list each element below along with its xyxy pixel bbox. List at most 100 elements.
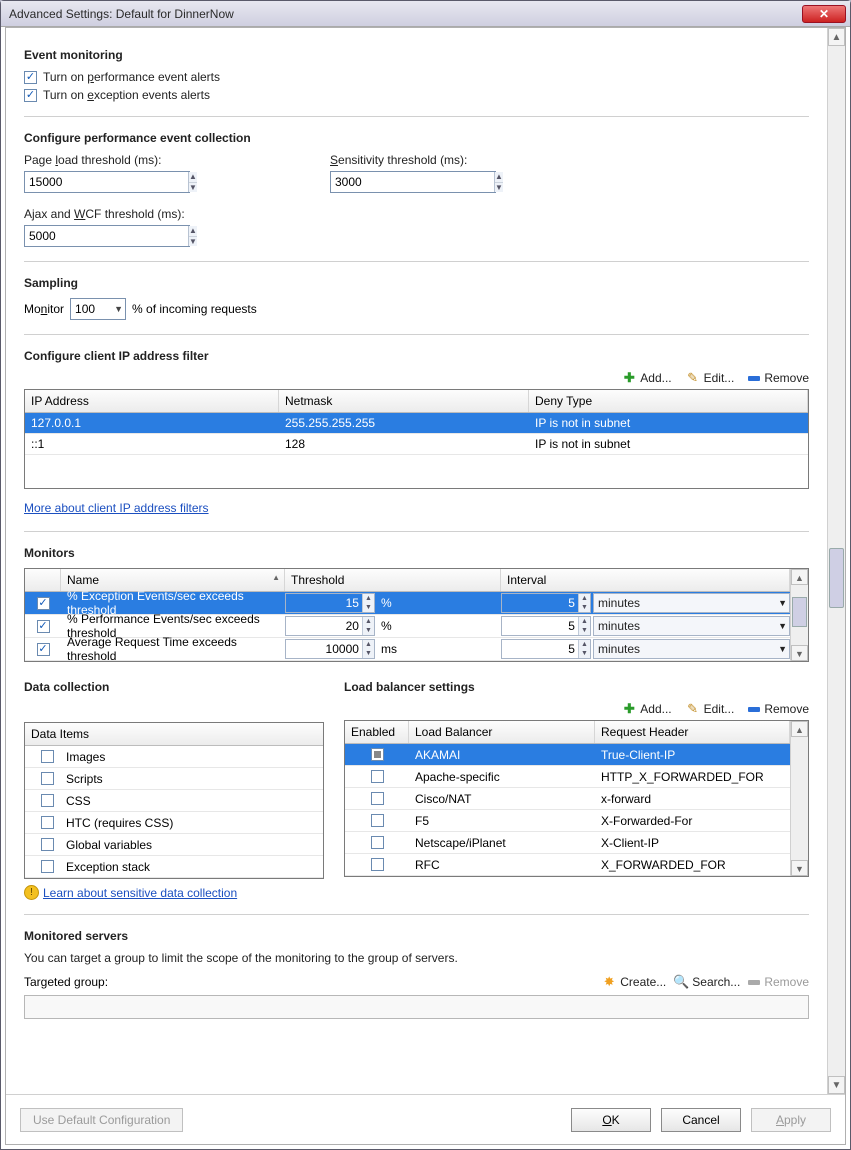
lb-col-name[interactable]: Load Balancer (409, 721, 595, 743)
ajax-input[interactable] (25, 226, 188, 246)
table-row[interactable]: Apache-specificHTTP_X_FORWARDED_FOR (345, 766, 790, 788)
table-row[interactable]: Netscape/iPlanetX-Client-IP (345, 832, 790, 854)
monitored-servers-msg: You can target a group to limit the scop… (24, 951, 809, 965)
cancel-button[interactable]: Cancel (661, 1108, 741, 1132)
search-icon: 🔍 (674, 975, 688, 989)
data-collection-learn-link[interactable]: Learn about sensitive data collection (43, 886, 237, 900)
perf-alerts-label: Turn on performance event alerts (43, 70, 220, 84)
list-item[interactable]: Images (25, 746, 323, 768)
lb-scrollbar[interactable]: ▲ ▼ (790, 721, 808, 876)
threshold-spinbox[interactable]: ▲▼ (285, 593, 375, 613)
row-checkbox[interactable] (41, 794, 54, 807)
ip-filter-more-link[interactable]: More about client IP address filters (24, 501, 209, 515)
ip-remove-button[interactable]: Remove (748, 371, 809, 385)
footer: Use Default Configuration OK Cancel Appl… (6, 1094, 845, 1144)
spin-up-icon[interactable]: ▲ (495, 172, 503, 183)
sensitivity-label: Sensitivity threshold (ms): (330, 153, 496, 167)
ip-edit-button[interactable]: ✎Edit... (686, 371, 735, 385)
row-checkbox[interactable] (371, 836, 384, 849)
row-checkbox[interactable] (371, 792, 384, 805)
monitors-col-name[interactable]: Name (61, 569, 285, 591)
minus-icon (748, 980, 760, 985)
page-load-spinbox[interactable]: ▲▼ (24, 171, 190, 193)
row-checkbox[interactable] (371, 858, 384, 871)
spin-up-icon[interactable]: ▲ (189, 172, 197, 183)
scroll-down-icon[interactable]: ▼ (791, 860, 808, 876)
ok-button[interactable]: OK (571, 1108, 651, 1132)
ip-add-button[interactable]: ✚Add... (622, 371, 671, 385)
data-items-col[interactable]: Data Items (25, 723, 323, 746)
sensitivity-input[interactable] (331, 172, 494, 192)
threshold-spinbox[interactable]: ▲▼ (285, 616, 375, 636)
sensitivity-spinbox[interactable]: ▲▼ (330, 171, 496, 193)
scroll-down-icon[interactable]: ▼ (828, 1076, 845, 1094)
minus-icon (748, 707, 760, 712)
monitors-col-check[interactable] (25, 569, 61, 591)
titlebar: Advanced Settings: Default for DinnerNow… (1, 1, 850, 27)
ajax-spinbox[interactable]: ▲▼ (24, 225, 190, 247)
interval-combo[interactable]: minutes▼ (593, 639, 790, 659)
table-row[interactable]: AKAMAITrue-Client-IP (345, 744, 790, 766)
spin-down-icon[interactable]: ▼ (189, 183, 197, 193)
row-checkbox[interactable] (41, 860, 54, 873)
ip-col-deny[interactable]: Deny Type (529, 390, 808, 412)
list-item[interactable]: Exception stack (25, 856, 323, 878)
lb-remove-button[interactable]: Remove (748, 702, 809, 716)
scroll-thumb[interactable] (792, 597, 807, 627)
perf-alerts-checkbox[interactable] (24, 71, 37, 84)
row-checkbox[interactable] (371, 770, 384, 783)
table-row[interactable]: ::1128IP is not in subnet (25, 434, 808, 455)
scroll-up-icon[interactable]: ▲ (791, 569, 808, 585)
row-checkbox[interactable] (41, 838, 54, 851)
ip-col-netmask[interactable]: Netmask (279, 390, 529, 412)
table-row[interactable]: RFCX_FORWARDED_FOR (345, 854, 790, 876)
row-checkbox[interactable] (371, 814, 384, 827)
spin-down-icon[interactable]: ▼ (495, 183, 503, 193)
row-checkbox[interactable] (37, 597, 50, 610)
sampling-value: 100 (75, 302, 95, 316)
list-item[interactable]: HTC (requires CSS) (25, 812, 323, 834)
row-checkbox[interactable] (41, 750, 54, 763)
table-row[interactable]: F5X-Forwarded-For (345, 810, 790, 832)
threshold-spinbox[interactable]: ▲▼ (285, 639, 375, 659)
row-checkbox[interactable] (37, 643, 50, 656)
scroll-down-icon[interactable]: ▼ (791, 645, 808, 661)
scroll-thumb[interactable] (829, 548, 844, 608)
interval-spinbox[interactable]: ▲▼ (501, 616, 591, 636)
lb-add-button[interactable]: ✚Add... (622, 702, 671, 716)
monitors-col-threshold[interactable]: Threshold (285, 569, 501, 591)
lb-col-enabled[interactable]: Enabled (345, 721, 409, 743)
table-row[interactable]: Average Request Time exceeds threshold▲▼… (25, 638, 790, 661)
data-items-grid: Data Items ImagesScriptsCSSHTC (requires… (24, 722, 324, 879)
monitors-col-interval[interactable]: Interval (501, 569, 790, 591)
table-row[interactable]: Cisco/NATx-forward (345, 788, 790, 810)
scroll-up-icon[interactable]: ▲ (791, 721, 808, 737)
interval-combo[interactable]: minutes▼ (593, 593, 790, 613)
monitors-scrollbar[interactable]: ▲ ▼ (790, 569, 808, 661)
create-button[interactable]: ✸Create... (602, 975, 666, 989)
exc-alerts-checkbox[interactable] (24, 89, 37, 102)
sampling-combo[interactable]: 100 ▼ (70, 298, 126, 320)
list-item[interactable]: Scripts (25, 768, 323, 790)
table-row[interactable]: 127.0.0.1255.255.255.255IP is not in sub… (25, 413, 808, 434)
row-checkbox[interactable] (41, 816, 54, 829)
scroll-up-icon[interactable]: ▲ (828, 28, 845, 46)
spin-up-icon[interactable]: ▲ (189, 226, 197, 237)
close-button[interactable]: ✕ (802, 5, 846, 23)
row-checkbox[interactable] (371, 748, 384, 761)
targeted-group-input[interactable] (24, 995, 809, 1019)
spin-down-icon[interactable]: ▼ (189, 237, 197, 247)
list-item[interactable]: Global variables (25, 834, 323, 856)
row-checkbox[interactable] (41, 772, 54, 785)
main-scrollbar[interactable]: ▲ ▼ (827, 28, 845, 1094)
search-button[interactable]: 🔍Search... (674, 975, 740, 989)
lb-col-header[interactable]: Request Header (595, 721, 790, 743)
page-load-input[interactable] (25, 172, 188, 192)
row-checkbox[interactable] (37, 620, 50, 633)
lb-edit-button[interactable]: ✎Edit... (686, 702, 735, 716)
list-item[interactable]: CSS (25, 790, 323, 812)
interval-spinbox[interactable]: ▲▼ (501, 593, 591, 613)
interval-spinbox[interactable]: ▲▼ (501, 639, 591, 659)
ip-col-address[interactable]: IP Address (25, 390, 279, 412)
interval-combo[interactable]: minutes▼ (593, 616, 790, 636)
